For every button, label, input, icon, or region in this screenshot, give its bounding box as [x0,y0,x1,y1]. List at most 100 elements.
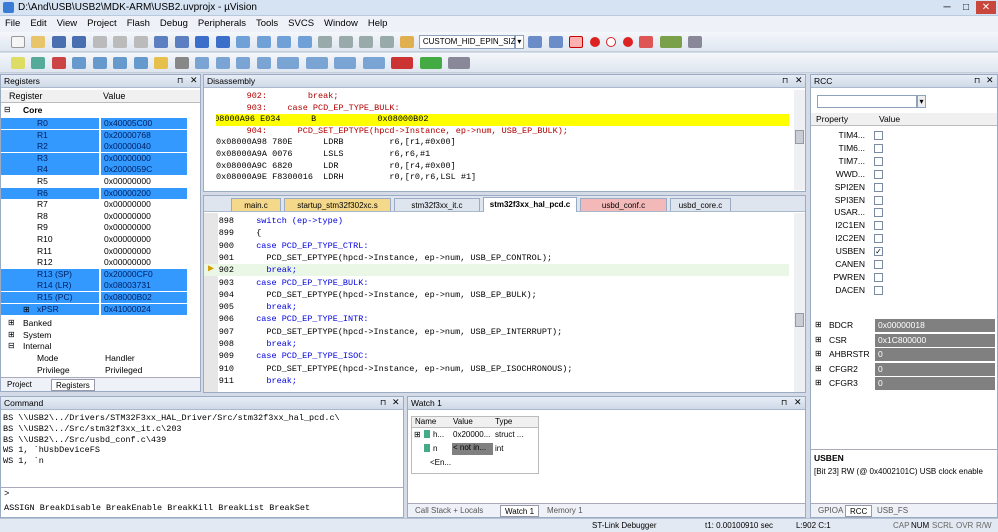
memory-window-icon[interactable] [305,57,328,69]
window-layout-icon[interactable] [659,36,682,48]
chevron-down-icon[interactable]: ▾ [917,95,926,108]
disassembly-line[interactable]: 903: case PCD_EP_TYPE_BULK: [216,103,791,115]
menu-file[interactable]: File [0,16,25,29]
insert-breakpoint-icon[interactable] [589,37,600,47]
pin-icon[interactable]: ⊓ [974,76,980,85]
code-view[interactable]: 898 switch (ep->type) 899 {900 case PCD_E… [204,215,791,391]
tab-project[interactable]: Project [3,379,36,391]
col-value[interactable]: Value [103,91,125,101]
close-icon[interactable]: ✕ [986,75,994,86]
maximize-button[interactable]: □ [957,1,975,14]
redo-icon[interactable] [174,36,189,48]
rcc-field-row[interactable]: WWD... [811,168,991,181]
menu-view[interactable]: View [52,16,82,29]
register-row[interactable]: R1 0x20000768 [1,129,201,142]
rcc-register-row[interactable]: ⊞ BDCR 0x00000018 [811,319,997,332]
expand-icon[interactable]: ⊞ [815,334,822,347]
register-row[interactable]: R14 (LR) 0x08003731 [1,280,201,292]
system-viewer-icon[interactable] [419,57,442,69]
pin-icon[interactable]: ⊓ [380,398,386,407]
menu-svcs[interactable]: SVCS [283,16,319,29]
disassembly-line[interactable]: 0x08000A98 780E LDRB r6,[r1,#0x00] [216,137,791,149]
disassembly-window-icon[interactable] [195,57,210,69]
rcc-field-row[interactable]: PWREN [811,271,991,284]
bookmark-next-icon[interactable] [277,36,292,48]
close-icon[interactable]: ✕ [392,397,400,408]
editor-tab[interactable]: stm32f3xx_hal_pcd.c [483,197,577,212]
editor-tab[interactable]: usbd_conf.c [580,198,667,211]
code-line[interactable]: 909 case PCD_EP_TYPE_ISOC: [204,350,789,362]
register-row[interactable]: R6 0x00000200 [1,187,201,200]
expand-icon[interactable]: ⊞ [815,319,822,332]
save-all-icon[interactable] [72,36,87,48]
disassembly-line[interactable]: 0x08000A9C 6820 LDR r0,[r4,#0x00] [216,161,791,173]
tab-usb-fs[interactable]: USB_FS [873,505,912,517]
step-over-icon[interactable] [92,57,107,69]
step-out-icon[interactable] [113,57,128,69]
editor-tab[interactable]: stm32f3xx_it.c [394,198,480,211]
expand-icon[interactable]: ⊞ [815,377,822,390]
register-row[interactable]: R4 0x2000059C [1,164,201,176]
disassembly-view[interactable]: 902: break; 903: case PCD_EP_TYPE_BULK: 0… [216,91,791,187]
register-row[interactable]: R12 0x00000000 [1,257,201,269]
expand-icon[interactable]: ⊞ [414,430,421,439]
rcc-field-checkbox[interactable] [874,208,883,218]
code-line[interactable]: 907 PCD_SET_EPTYPE(hpcd->Instance, ep->n… [204,326,789,338]
watch-row[interactable]: ⊞ h... 0x20000... struct ... [412,429,538,443]
close-button[interactable]: ✕ [976,1,996,14]
close-icon[interactable]: ✕ [190,75,198,86]
tab-call-stack[interactable]: Call Stack + Locals [411,505,487,517]
menu-peripherals[interactable]: Peripherals [193,16,251,29]
tab-registers[interactable]: Registers [51,379,95,391]
expand-icon[interactable]: ⊞ [23,304,30,316]
cut-icon[interactable] [92,36,107,48]
watch-col-value[interactable]: Value [453,417,473,426]
rcc-field-row[interactable]: I2C2EN [811,232,991,245]
menu-help[interactable]: Help [363,16,393,29]
rcc-field-checkbox[interactable] [874,221,883,231]
rcc-field-row[interactable]: TIM4... [811,129,991,142]
editor-tab[interactable]: usbd_core.c [670,198,731,211]
editor-tab[interactable]: startup_stm32f302xc.s [284,198,391,211]
collapse-icon[interactable]: ⊟ [4,105,11,114]
watch-row[interactable]: <En... [412,457,538,471]
find-in-files-icon[interactable] [400,36,415,48]
disassembly-line[interactable]: 0x08000A9A 0076 LSLS r6,r6,#1 [216,149,791,161]
expand-icon[interactable]: ⊞ [8,318,15,327]
register-group[interactable]: System [23,330,51,340]
kill-breakpoints-icon[interactable] [639,36,654,48]
menu-tools[interactable]: Tools [251,16,283,29]
rcc-field-checkbox[interactable] [874,195,883,205]
code-line[interactable]: 911 break; [204,375,789,387]
nav-forward-icon[interactable] [215,36,230,48]
debug-session-icon[interactable] [569,36,584,48]
rcc-field-checkbox[interactable] [874,182,883,192]
rcc-field-checkbox[interactable] [874,285,883,295]
rcc-filter-select[interactable] [817,95,917,108]
menu-edit[interactable]: Edit [25,16,51,29]
register-group[interactable]: Internal [23,341,51,351]
disassembly-line[interactable]: 0x08000A9E F8300016 LDRH r0,[r0,r6,LSL #… [216,172,791,184]
rcc-field-row[interactable]: DACEN [811,284,991,297]
collapse-icon[interactable]: ⊟ [8,341,15,350]
rcc-field-checkbox[interactable]: ✓ [874,247,883,257]
comment-icon[interactable] [359,36,374,48]
run-to-cursor-icon[interactable] [133,57,148,69]
save-icon[interactable] [51,36,66,48]
uncomment-icon[interactable] [379,36,394,48]
rcc-field-checkbox[interactable] [874,156,883,166]
find-combo[interactable]: CUSTOM_HID_EPIN_SIZE [418,35,521,49]
register-row[interactable]: R5 0x00000000 [1,176,201,188]
code-line[interactable]: 908 break; [204,338,789,350]
undo-icon[interactable] [154,36,169,48]
rcc-register-row[interactable]: ⊞ CSR 0x1C800000 [811,333,997,347]
show-next-statement-icon[interactable] [154,57,169,69]
register-row[interactable]: R13 (SP) 0x20000CF0 [1,268,201,281]
enable-breakpoint-icon[interactable] [606,37,617,47]
open-file-icon[interactable] [31,36,46,48]
rcc-field-checkbox[interactable] [874,131,883,140]
command-input[interactable] [13,489,393,500]
code-line[interactable]: 900 case PCD_EP_TYPE_CTRL: [204,240,789,252]
register-row[interactable]: R2 0x00000040 [1,141,201,153]
call-stack-window-icon[interactable] [256,57,271,69]
